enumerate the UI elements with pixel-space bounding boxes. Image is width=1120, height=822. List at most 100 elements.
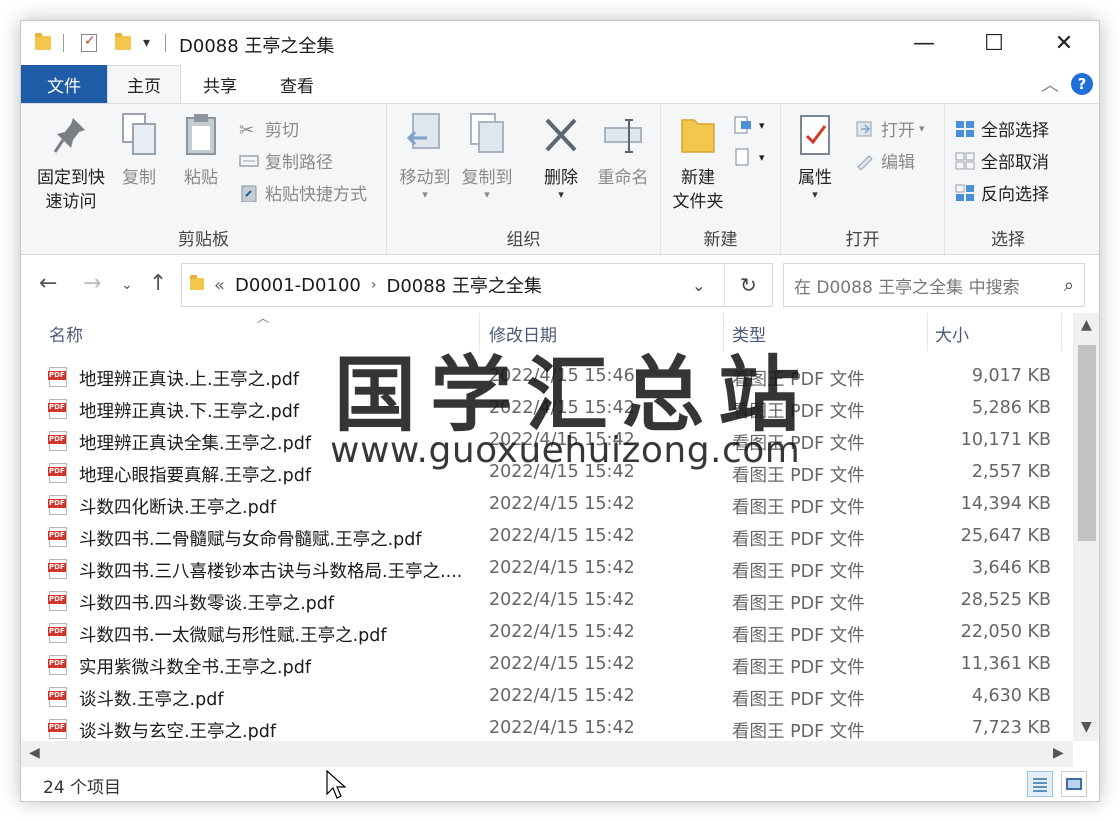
- breadcrumb-parent[interactable]: D0001-D0100: [235, 275, 361, 296]
- details-view-icon[interactable]: [1027, 771, 1053, 797]
- column-divider[interactable]: [1061, 313, 1062, 351]
- pdf-file-icon: [48, 399, 67, 419]
- address-overflow-icon[interactable]: «: [214, 275, 225, 296]
- file-row[interactable]: 实用紫微斗数全书.王亭之.pdf 2022/4/15 15:42 看图王 PDF 文…: [21, 649, 1073, 681]
- tab-home[interactable]: 主页: [107, 65, 181, 103]
- select-group: 全部选择 全部取消 反向选择 选择: [945, 104, 1071, 254]
- scroll-down-arrow-icon[interactable]: ▼: [1081, 719, 1092, 735]
- new-folder-button[interactable]: 新建 文件夹: [667, 112, 729, 214]
- maximize-button[interactable]: ☐: [959, 21, 1029, 65]
- minimize-button[interactable]: —: [889, 21, 959, 65]
- new-item-icon: [733, 116, 753, 134]
- ribbon-tabs: 文件 主页 共享 查看 ︿ ?: [21, 65, 1099, 103]
- paste-button[interactable]: 粘贴: [179, 112, 223, 190]
- clipboard-group-label: 剪贴板: [178, 230, 229, 250]
- back-arrow-icon[interactable]: ←: [39, 271, 57, 296]
- file-row[interactable]: 斗数四书.三八喜楼钞本古诀与斗数格局.王亭之.... 2022/4/15 15:4…: [21, 553, 1073, 585]
- forward-arrow-icon[interactable]: →: [83, 271, 101, 296]
- new-folder-icon: [678, 112, 718, 158]
- item-count: 24 个项目: [43, 778, 122, 798]
- scroll-left-arrow-icon[interactable]: ◀: [29, 745, 40, 761]
- vertical-scrollbar[interactable]: ▲ ▼: [1073, 313, 1099, 741]
- breadcrumb-current[interactable]: D0088 王亭之全集: [386, 272, 541, 298]
- file-size: 11,361 KB: [960, 654, 1051, 674]
- column-divider[interactable]: [927, 313, 928, 351]
- copy-to-button[interactable]: 复制到 ▾: [457, 112, 517, 200]
- rename-button[interactable]: 重命名: [593, 112, 653, 190]
- file-row[interactable]: 谈斗数.王亭之.pdf 2022/4/15 15:42 看图王 PDF 文件 4,63…: [21, 681, 1073, 713]
- file-name: 斗数四化断诀.王亭之.pdf: [79, 498, 277, 518]
- divider: [63, 34, 64, 52]
- file-type: 看图王 PDF 文件: [732, 626, 865, 646]
- address-folder-icon: [190, 275, 204, 292]
- new-item-button[interactable]: ▾: [733, 116, 765, 134]
- file-row[interactable]: 斗数四化断诀.王亭之.pdf 2022/4/15 15:42 看图王 PDF 文件 1…: [21, 489, 1073, 521]
- scroll-up-arrow-icon[interactable]: ▲: [1081, 317, 1092, 333]
- pin-quick-access-button[interactable]: 固定到快 速访问: [33, 112, 109, 214]
- scroll-right-arrow-icon[interactable]: ▶: [1053, 745, 1064, 761]
- file-type: 看图王 PDF 文件: [732, 530, 865, 550]
- paste-shortcut-icon: [239, 184, 259, 202]
- column-header-size[interactable]: 大小: [935, 321, 969, 346]
- search-input[interactable]: 在 D0088 王亭之全集 中搜索 ⌕: [783, 263, 1085, 307]
- open-group-label: 打开: [845, 230, 880, 250]
- address-bar[interactable]: « D0001-D0100 › D0088 王亭之全集 ⌄ ↻: [181, 263, 773, 307]
- file-type: 看图王 PDF 文件: [732, 562, 865, 582]
- file-row[interactable]: 斗数四书.一太微赋与形性赋.王亭之.pdf 2022/4/15 15:42 看图王 …: [21, 617, 1073, 649]
- open-dropdown-icon: ▾: [919, 122, 925, 135]
- organize-group-label: 组织: [506, 230, 541, 250]
- address-history-chevron-icon[interactable]: ⌄: [692, 276, 705, 295]
- edit-button[interactable]: 编辑: [855, 148, 915, 173]
- move-to-label: 移动到: [399, 168, 451, 188]
- properties-dropdown-icon: ▾: [812, 188, 818, 201]
- cut-button[interactable]: ✂ 剪切: [239, 116, 299, 142]
- file-type: 看图王 PDF 文件: [732, 594, 865, 614]
- select-none-button[interactable]: 全部取消: [955, 148, 1049, 173]
- invert-selection-button[interactable]: 反向选择: [955, 180, 1049, 205]
- help-icon[interactable]: ?: [1071, 73, 1093, 95]
- file-date: 2022/4/15 15:42: [489, 558, 635, 578]
- paste-shortcut-button[interactable]: 粘贴快捷方式: [239, 180, 367, 205]
- copy-path-icon: [239, 152, 259, 170]
- column-header-name[interactable]: 名称: [49, 321, 83, 346]
- open-button[interactable]: 打开 ▾: [855, 116, 925, 141]
- close-button[interactable]: ✕: [1029, 21, 1099, 65]
- file-type: 看图王 PDF 文件: [732, 658, 865, 678]
- easy-access-button[interactable]: ▾: [733, 148, 765, 166]
- up-arrow-icon[interactable]: ↑: [149, 271, 167, 296]
- collapse-ribbon-icon[interactable]: ︿: [1041, 71, 1059, 97]
- file-size: 14,394 KB: [960, 494, 1051, 514]
- vertical-scroll-thumb[interactable]: [1078, 345, 1096, 541]
- move-to-button[interactable]: 移动到 ▾: [395, 112, 455, 200]
- properties-button[interactable]: 属性 ▾: [793, 112, 837, 200]
- delete-button[interactable]: 删除 ▾: [539, 112, 583, 200]
- open-label: 打开: [881, 121, 915, 141]
- copy-path-button[interactable]: 复制路径: [239, 148, 333, 173]
- horizontal-scrollbar[interactable]: ◀ ▶: [21, 741, 1073, 767]
- new-folder-quick-icon[interactable]: [115, 29, 131, 57]
- select-all-label: 全部选择: [981, 121, 1049, 141]
- large-icons-view-icon[interactable]: [1061, 771, 1087, 797]
- file-size: 28,525 KB: [960, 590, 1051, 610]
- breadcrumb-chevron-icon[interactable]: ›: [371, 277, 377, 293]
- file-row[interactable]: 斗数四书.二骨髓赋与女命骨髓赋.王亭之.pdf 2022/4/15 15:42 看图…: [21, 521, 1073, 553]
- tab-view[interactable]: 查看: [261, 65, 333, 103]
- file-row[interactable]: 斗数四书.四斗数零谈.王亭之.pdf 2022/4/15 15:42 看图王 PDF…: [21, 585, 1073, 617]
- copy-button[interactable]: 复制: [117, 112, 161, 190]
- search-icon[interactable]: ⌕: [1064, 275, 1074, 296]
- refresh-icon[interactable]: ↻: [740, 273, 757, 297]
- select-all-button[interactable]: 全部选择: [955, 116, 1049, 141]
- properties-quick-icon[interactable]: [81, 29, 97, 57]
- file-name: 地理辨正真诀.上.王亭之.pdf: [79, 370, 300, 390]
- file-date: 2022/4/15 15:42: [489, 494, 635, 514]
- file-date: 2022/4/15 15:42: [489, 654, 635, 674]
- tab-file[interactable]: 文件: [21, 65, 107, 103]
- file-type: 看图王 PDF 文件: [732, 498, 865, 518]
- customize-toolbar-dropdown[interactable]: ▾: [143, 29, 150, 57]
- rename-label: 重命名: [597, 168, 649, 188]
- tab-share[interactable]: 共享: [185, 65, 255, 103]
- pdf-file-icon: [48, 463, 67, 483]
- clipboard-group: 固定到快 速访问 复制 粘贴 ✂ 剪切 复制路径 粘贴快捷方式 剪贴板: [21, 104, 387, 254]
- recent-locations-chevron-icon[interactable]: ⌄: [121, 277, 133, 293]
- file-size: 5,286 KB: [971, 398, 1051, 418]
